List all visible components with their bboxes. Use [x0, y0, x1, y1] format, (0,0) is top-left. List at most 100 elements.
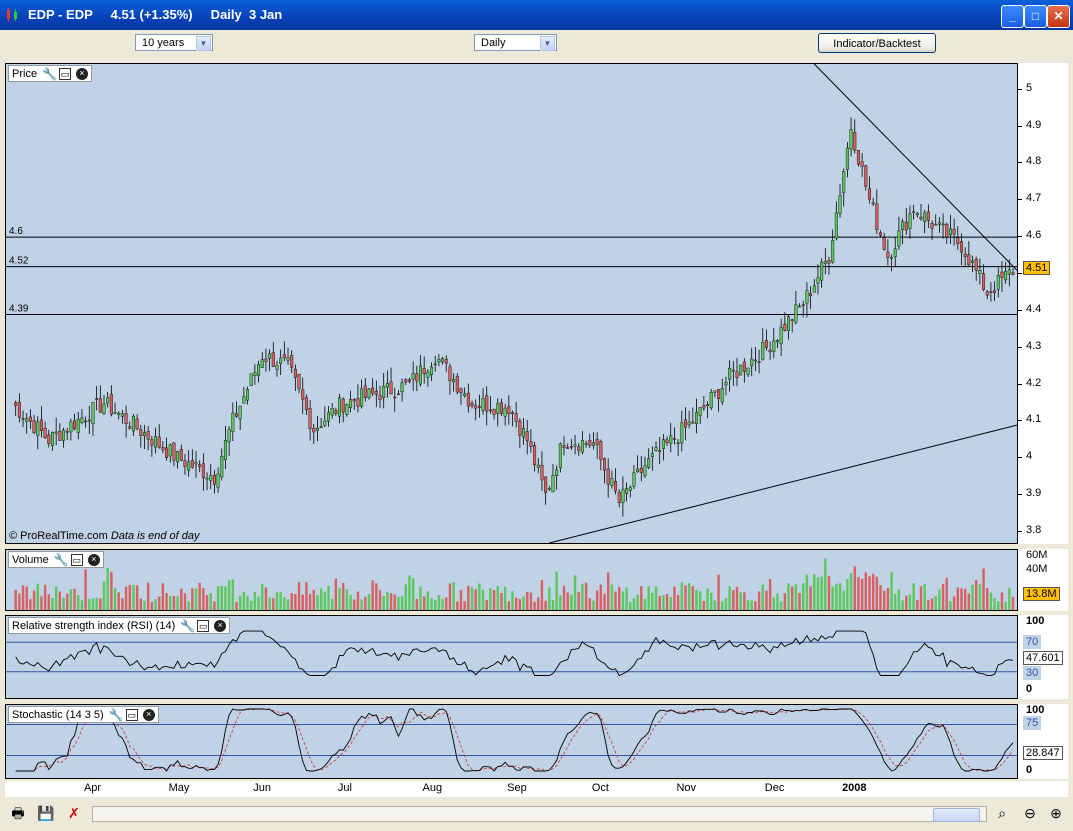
stoch-current-value: 28.847 [1023, 746, 1063, 760]
candle-body [481, 398, 485, 411]
volume-bar [345, 589, 349, 610]
volume-current-value: 13.8M [1023, 587, 1060, 601]
wrench-icon[interactable]: 🔧 [54, 554, 69, 566]
candle-body [989, 291, 993, 293]
volume-chart[interactable] [6, 550, 1017, 610]
volume-bar [161, 583, 165, 610]
volume-bar [36, 583, 39, 610]
stochastic-panel-header: Stochastic (14 3 5) 🔧 ▭ × [8, 706, 159, 723]
volume-bar [353, 599, 356, 610]
candle-body [971, 260, 975, 263]
toggle-off-icon[interactable]: ✗ [64, 803, 84, 823]
candle-body [231, 412, 235, 432]
candle-body [268, 353, 272, 359]
volume-bar [169, 595, 172, 610]
candle-body [17, 401, 21, 418]
scrollbar-thumb[interactable] [933, 808, 980, 822]
volume-panel[interactable]: Volume 🔧 ▭ × [5, 549, 1018, 611]
zoom-region-icon[interactable]: ⌕ [992, 803, 1012, 823]
save-icon[interactable]: 💾 [36, 803, 56, 823]
candle-body [485, 395, 489, 412]
print-icon[interactable]: 🖶 [8, 803, 28, 823]
wrench-icon[interactable]: 🔧 [42, 68, 57, 80]
volume-bar [816, 577, 820, 610]
volume-bar [540, 580, 544, 610]
volume-bar [470, 587, 474, 610]
volume-bar [216, 586, 220, 610]
x-axis-label: Aug [422, 782, 443, 794]
candle-body [706, 404, 710, 406]
indicator-backtest-button[interactable]: Indicator/Backtest [818, 33, 936, 53]
candle-body [14, 402, 18, 406]
zoom-out-icon[interactable]: ⊖ [1020, 803, 1040, 823]
time-scrollbar[interactable] [92, 806, 987, 822]
close-icon[interactable]: × [142, 708, 155, 721]
candle-body [260, 359, 264, 368]
price-chart[interactable]: 4.6 4.52 4.39 [6, 64, 1017, 543]
candle-body [474, 405, 478, 409]
interval-select[interactable]: Daily ▼ [474, 34, 557, 51]
candle-body [680, 422, 684, 444]
close-icon[interactable]: × [214, 619, 227, 632]
volume-bar [908, 594, 912, 610]
volume-bar [562, 585, 566, 610]
price-panel[interactable]: 4.6 4.52 4.39 Price 🔧 ▭ × © ProRealTime.co… [5, 63, 1018, 544]
window-icon[interactable]: ▭ [70, 553, 83, 566]
volume-bar [871, 573, 875, 610]
volume-bar [835, 583, 838, 610]
volume-bar [573, 575, 577, 610]
candle-body [396, 393, 400, 396]
candle-body [367, 388, 371, 398]
candle-body [823, 260, 827, 264]
chevron-down-icon[interactable]: ▼ [540, 36, 555, 51]
close-icon[interactable]: × [76, 67, 89, 80]
window-icon[interactable]: ▭ [197, 619, 210, 632]
period-select[interactable]: 10 years ▼ [135, 34, 213, 51]
candle-body [76, 418, 80, 433]
volume-bar [581, 583, 584, 610]
volume-bar [868, 576, 871, 610]
candle-body [555, 469, 559, 477]
volume-bar [514, 597, 518, 610]
volume-bar [330, 598, 334, 610]
wrench-icon[interactable]: 🔧 [180, 620, 195, 632]
candle-body [433, 363, 437, 366]
close-icon[interactable]: × [87, 553, 100, 566]
rsi-tick: 100 [1026, 615, 1045, 627]
candle-body [216, 473, 220, 488]
volume-bar [647, 586, 650, 610]
candle-body [87, 419, 91, 422]
window-icon[interactable]: ▭ [125, 708, 138, 721]
candle-body [834, 212, 838, 239]
window-icon[interactable]: ▭ [59, 67, 72, 80]
minimize-button[interactable]: _ [1001, 5, 1024, 28]
volume-bar [378, 590, 382, 610]
volume-bar [570, 594, 573, 610]
volume-bar [820, 576, 823, 610]
volume-bar [360, 599, 363, 610]
rsi-panel[interactable]: Relative strength index (RSI) (14) 🔧 ▭ × [5, 615, 1018, 699]
candle-body [750, 358, 754, 367]
chevron-down-icon[interactable]: ▼ [196, 36, 211, 51]
credit-note: Data is end of day [110, 530, 200, 542]
wrench-icon[interactable]: 🔧 [109, 709, 124, 721]
candle-body [809, 293, 813, 296]
candle-body [801, 304, 805, 306]
volume-bar [342, 582, 345, 610]
candle-body [625, 488, 629, 494]
candle-body [665, 439, 669, 443]
close-button[interactable]: ✕ [1047, 5, 1070, 28]
maximize-button[interactable]: □ [1024, 5, 1047, 28]
volume-bar [507, 601, 511, 610]
zoom-in-icon[interactable]: ⊕ [1046, 803, 1066, 823]
stochastic-panel[interactable]: Stochastic (14 3 5) 🔧 ▭ × [5, 704, 1018, 779]
volume-bar [62, 597, 65, 610]
candle-body [982, 273, 986, 290]
volume-bar [860, 578, 864, 610]
price-tick: 4.4 [1026, 302, 1042, 315]
price-tick-mark [1018, 236, 1022, 238]
candle-body [742, 361, 746, 372]
candle-body [205, 477, 209, 480]
candle-body [242, 396, 246, 404]
volume-bar [356, 591, 360, 610]
